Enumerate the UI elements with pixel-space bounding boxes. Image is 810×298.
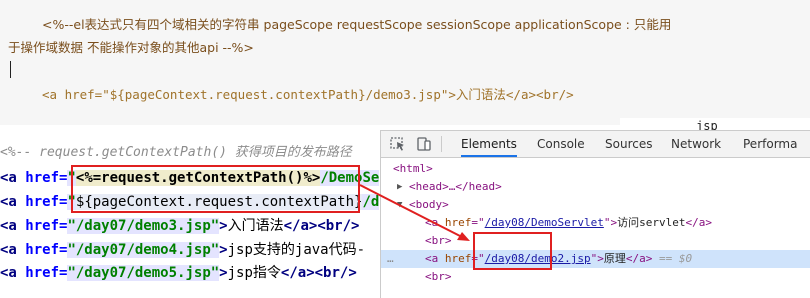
href-link[interactable]: /day08/DemoServlet xyxy=(485,216,604,229)
devtools-panel: Elements Console Sources Network Perform… xyxy=(380,130,810,298)
annotation-box-editor xyxy=(71,165,360,213)
selected-marker: == $0 xyxy=(658,252,693,265)
dom-node-a-demo2-selected[interactable]: … <a href="/day08/demo2.jsp">原理</a> == $… xyxy=(381,250,810,268)
dom-node-a-servlet[interactable]: <a href="/day08/DemoServlet">访问servlet</… xyxy=(381,214,810,232)
tag-open: <a xyxy=(0,194,26,210)
a-close: </a> xyxy=(685,216,712,229)
dom-node-br[interactable]: <br> xyxy=(381,268,810,286)
href-value: "/day07/demo4.jsp" xyxy=(67,242,220,258)
tag-close: > xyxy=(219,265,228,281)
device-toolbar-icon[interactable] xyxy=(415,136,433,152)
code-comment-line: <%-- request.getContextPath() 获得项目的发布路径 xyxy=(0,145,352,160)
article-line-1: <%--el表达式只有四个域相关的字符串 pageScope requestSc… xyxy=(42,17,672,32)
href-attr: href= xyxy=(25,242,68,258)
tag-open: <a xyxy=(0,265,26,281)
href-attr: href= xyxy=(25,218,68,234)
link-text: jsp指令 xyxy=(227,265,281,281)
annotation-box-devtools xyxy=(473,232,552,270)
code-editor[interactable]: <%-- request.getContextPath() 获得项目的发布路径 … xyxy=(0,138,384,297)
body-tag: <body> xyxy=(409,198,449,211)
toolbar-divider xyxy=(441,136,442,152)
tag-end: </a><br/> xyxy=(283,218,360,234)
code-line-demo5: <a href="/day07/demo5.jsp">jsp指令</a><br/… xyxy=(0,262,357,284)
collapse-triangle-icon[interactable]: ▼ xyxy=(397,196,402,214)
href-attr: href= xyxy=(25,265,68,281)
tab-network[interactable]: Network xyxy=(671,131,721,157)
html-tag: <html> xyxy=(393,162,433,175)
code-line-demo4: <a href="/day07/demo4.jsp">jsp支持的java代码- xyxy=(0,239,365,261)
tag-close: > xyxy=(219,242,228,258)
dom-tree[interactable]: <html> ▶ <head>…</head> ▼ <body> <a href… xyxy=(381,158,810,298)
tag-open: <a xyxy=(0,242,26,258)
link-text: 原理 xyxy=(603,252,626,265)
href-attr: href xyxy=(444,252,472,265)
dom-node-body[interactable]: ▼ <body> xyxy=(381,196,810,214)
text-cursor xyxy=(10,61,11,78)
head-tag: <head>…</head> xyxy=(409,180,502,193)
code-line-demo3: <a href="/day07/demo3.jsp">入门语法</a><br/> xyxy=(0,215,359,237)
href-attr: href xyxy=(444,216,472,229)
eq-quote: =" xyxy=(471,216,485,229)
href-value: "/day07/demo3.jsp" xyxy=(67,218,220,234)
article-code-block: <%--el表达式只有四个域相关的字符串 pageScope requestSc… xyxy=(0,0,810,125)
tab-console[interactable]: Console xyxy=(537,131,585,157)
tab-elements[interactable]: Elements xyxy=(461,131,517,157)
a-close: </a> xyxy=(625,252,653,265)
link-text: jsp支持的java代码- xyxy=(227,242,366,258)
devtools-toolbar: Elements Console Sources Network Perform… xyxy=(381,131,810,158)
tab-performance[interactable]: Performa xyxy=(743,131,797,157)
a-open: <a xyxy=(425,216,445,229)
href-attr: href= xyxy=(25,194,68,210)
br-tag: <br> xyxy=(425,234,452,247)
href-attr: href= xyxy=(25,170,68,186)
href-value: "/day07/demo5.jsp" xyxy=(67,265,220,281)
tag-open: <a xyxy=(0,218,26,234)
link-text: 入门语法 xyxy=(227,218,284,234)
article-line-2: 于操作域数据 不能操作对象的其他api --%> xyxy=(8,40,254,55)
article-line-3: <a href="${pageContext.request.contextPa… xyxy=(42,87,574,102)
br-tag: <br> xyxy=(425,270,452,283)
link-text: 访问servlet xyxy=(617,216,686,229)
path-rest: /d xyxy=(362,194,380,210)
dom-node-html[interactable]: <html> xyxy=(381,160,810,178)
expand-triangle-icon[interactable]: ▶ xyxy=(397,178,402,196)
tab-sources[interactable]: Sources xyxy=(605,131,652,157)
dom-node-br[interactable]: <br> xyxy=(381,232,810,250)
dom-node-head[interactable]: ▶ <head>…</head> xyxy=(381,178,810,196)
tag-open: <a xyxy=(0,170,26,186)
gt: > xyxy=(597,252,604,265)
tag-end: </a><br/> xyxy=(280,265,357,281)
a-open: <a xyxy=(425,252,445,265)
tag-close: > xyxy=(219,218,228,234)
inspect-element-icon[interactable] xyxy=(389,136,407,152)
more-options-icon[interactable]: … xyxy=(387,250,394,268)
